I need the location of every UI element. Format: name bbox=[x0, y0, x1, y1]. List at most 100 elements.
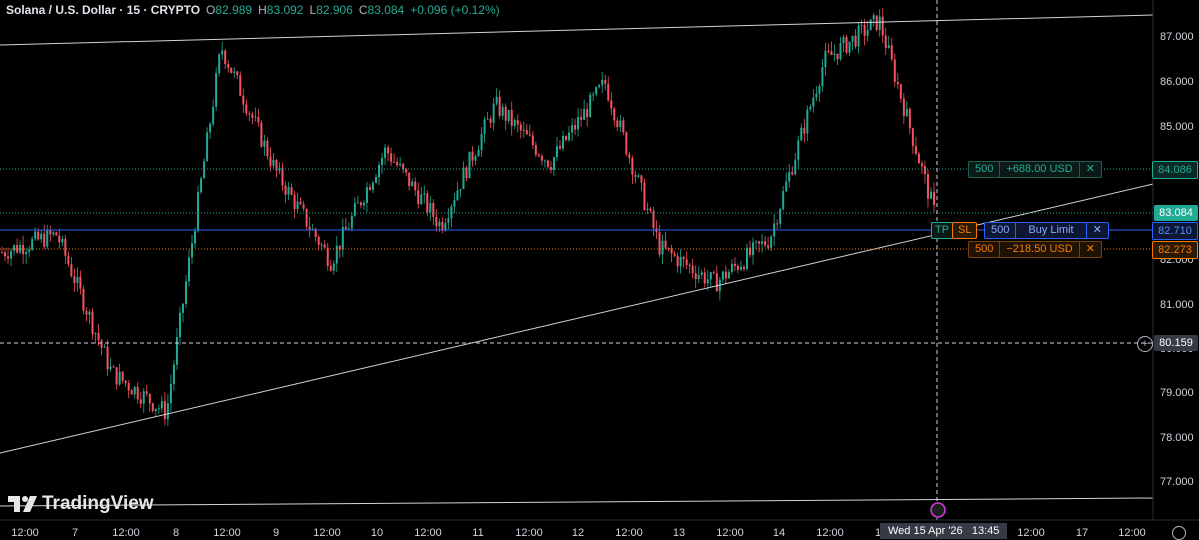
candle-body bbox=[679, 256, 682, 267]
entry-qty: 500 bbox=[985, 223, 1017, 238]
event-icon[interactable] bbox=[930, 502, 946, 518]
candle-body bbox=[399, 163, 402, 166]
candle-body bbox=[691, 265, 694, 274]
candle-body bbox=[534, 145, 537, 155]
crosshair-time-label: Wed 15 Apr '26 13:45 bbox=[880, 523, 1008, 539]
candle-body bbox=[863, 24, 866, 36]
candle-body bbox=[676, 255, 679, 267]
candle-body bbox=[552, 157, 555, 170]
candle-body bbox=[607, 83, 610, 101]
candle-body bbox=[284, 185, 287, 195]
upper-trendline[interactable] bbox=[0, 14, 1154, 46]
candle-body bbox=[37, 231, 40, 240]
candle-body bbox=[779, 209, 782, 224]
candle-body bbox=[194, 231, 197, 244]
candle-body bbox=[287, 187, 290, 195]
settings-icon[interactable] bbox=[1172, 526, 1186, 540]
candle-body bbox=[154, 408, 157, 412]
candle-body bbox=[845, 36, 848, 53]
add-alert-icon[interactable]: + bbox=[1137, 336, 1153, 352]
open-label: O bbox=[206, 3, 216, 17]
candle-body bbox=[558, 146, 561, 149]
candle-body bbox=[100, 340, 103, 348]
sl-order-panel[interactable]: 500 −218.50 USD ✕ bbox=[968, 241, 1102, 258]
candle-body bbox=[393, 161, 396, 163]
candle-body bbox=[347, 228, 350, 230]
candle-body bbox=[634, 174, 637, 177]
candle-body bbox=[631, 157, 634, 175]
symbol-title[interactable]: Solana / U.S. Dollar · 15 · CRYPTO bbox=[6, 3, 200, 17]
entry-type: Buy Limit bbox=[1016, 223, 1087, 238]
candle-body bbox=[184, 281, 187, 304]
sl-tag[interactable]: SL bbox=[952, 222, 978, 239]
candle-body bbox=[281, 168, 284, 186]
candle-body bbox=[251, 113, 254, 118]
candle-body bbox=[860, 24, 863, 26]
candle-body bbox=[577, 117, 580, 130]
tp-price-label: 84.086 bbox=[1152, 161, 1198, 179]
candle-body bbox=[815, 93, 818, 98]
candle-body bbox=[450, 206, 453, 219]
price-chart[interactable] bbox=[0, 0, 1199, 539]
candle-body bbox=[323, 244, 326, 248]
candle-body bbox=[613, 108, 616, 121]
candle-body bbox=[444, 223, 447, 230]
tradingview-logo[interactable]: TradingView bbox=[8, 493, 154, 515]
lower-trendline[interactable] bbox=[0, 183, 1154, 454]
candle-body bbox=[260, 122, 263, 147]
time-tick-label: 8 bbox=[172, 527, 180, 539]
tp-tag[interactable]: TP bbox=[931, 222, 954, 239]
candle-body bbox=[468, 151, 471, 179]
candle-body bbox=[610, 100, 613, 109]
candle-body bbox=[531, 135, 534, 146]
price-tick-label: 87.000 bbox=[1160, 31, 1194, 43]
candlestick-series bbox=[1, 7, 935, 426]
sl-close-icon[interactable]: ✕ bbox=[1080, 242, 1101, 257]
time-tick-label: 12:00 bbox=[615, 527, 643, 539]
candle-body bbox=[486, 118, 489, 120]
time-tick-label: 12:00 bbox=[213, 527, 241, 539]
time-tick-label: 9 bbox=[272, 527, 280, 539]
candle-body bbox=[592, 94, 595, 96]
bottom-trendline bbox=[0, 497, 1154, 507]
candle-body bbox=[724, 271, 727, 279]
tp-tag-label: TP bbox=[935, 224, 950, 236]
candle-body bbox=[854, 35, 857, 47]
candle-body bbox=[7, 256, 10, 259]
candle-body bbox=[326, 247, 329, 266]
candle-body bbox=[408, 172, 411, 187]
candle-body bbox=[800, 127, 803, 141]
sl-pnl: −218.50 USD bbox=[1000, 242, 1080, 257]
candle-body bbox=[28, 249, 31, 252]
candle-body bbox=[519, 124, 522, 131]
candle-body bbox=[121, 371, 124, 381]
candle-body bbox=[791, 172, 794, 175]
tp-order-panel[interactable]: 500 +688.00 USD ✕ bbox=[968, 161, 1102, 178]
candle-body bbox=[583, 109, 586, 120]
candle-body bbox=[908, 108, 911, 129]
candle-body bbox=[148, 393, 151, 404]
tp-close-icon[interactable]: ✕ bbox=[1080, 162, 1101, 177]
candle-body bbox=[371, 182, 374, 190]
candle-body bbox=[616, 120, 619, 128]
candle-body bbox=[745, 247, 748, 269]
candle-body bbox=[782, 191, 785, 210]
candle-body bbox=[827, 50, 830, 52]
candle-body bbox=[175, 337, 178, 365]
candle-body bbox=[381, 157, 384, 165]
candle-body bbox=[483, 119, 486, 135]
candle-body bbox=[794, 159, 797, 175]
candle-body bbox=[362, 202, 365, 206]
candle-body bbox=[145, 391, 148, 394]
candle-body bbox=[923, 166, 926, 175]
candle-body bbox=[91, 311, 94, 335]
candle-body bbox=[97, 332, 100, 341]
candle-body bbox=[94, 332, 97, 335]
buy-limit-order-panel[interactable]: 500 Buy Limit ✕ bbox=[984, 222, 1109, 239]
candle-body bbox=[88, 311, 91, 315]
entry-close-icon[interactable]: ✕ bbox=[1087, 223, 1108, 238]
candle-body bbox=[242, 95, 245, 105]
candle-body bbox=[571, 125, 574, 133]
candle-body bbox=[546, 160, 549, 167]
candle-body bbox=[933, 191, 935, 205]
